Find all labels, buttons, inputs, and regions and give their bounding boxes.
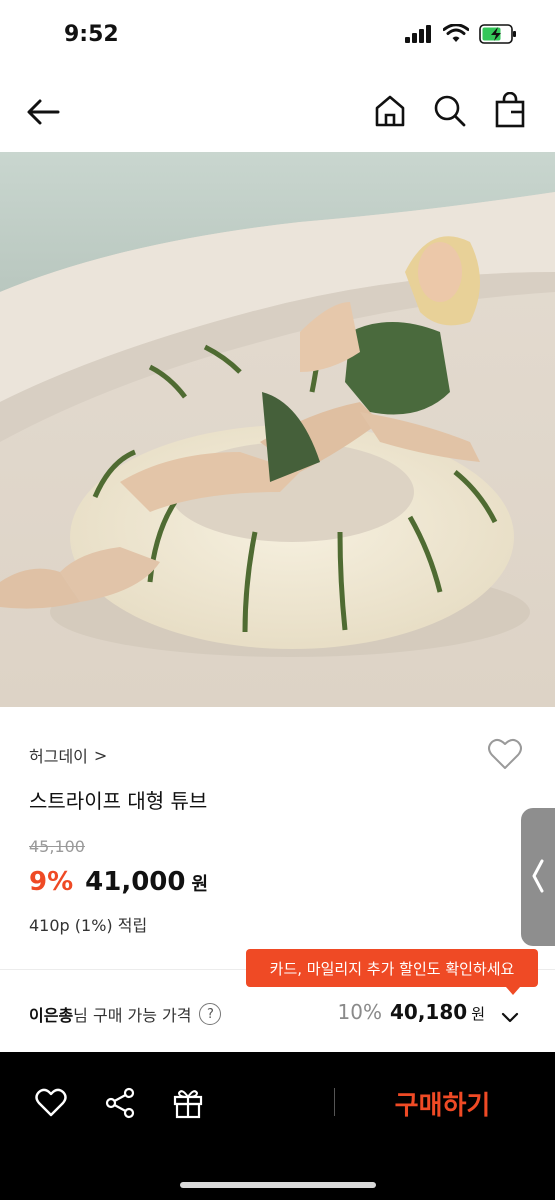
share-icon[interactable] — [103, 1086, 137, 1120]
heart-icon[interactable] — [34, 1086, 68, 1120]
product-info: 허그데이 > 스트라이프 대형 튜브 45,100 9% 41,000 원 41… — [0, 707, 555, 969]
discount-rate: 9% — [29, 867, 74, 897]
status-time: 9:52 — [64, 22, 119, 47]
side-panel-tab[interactable] — [521, 808, 555, 946]
member-name: 이은총 — [29, 1006, 74, 1025]
product-image-carousel[interactable] — [0, 152, 555, 707]
chevron-left-icon — [532, 859, 544, 893]
member-discount: 10% — [337, 1000, 382, 1024]
nav-actions — [371, 92, 529, 130]
chevron-right-icon: > — [93, 745, 108, 765]
discount-tooltip[interactable]: 카드, 마일리지 추가 할인도 확인하세요 — [246, 949, 538, 987]
chevron-down-icon[interactable] — [499, 1006, 521, 1028]
member-price-label: 이은총님 구매 가능 가격 ? — [29, 1002, 222, 1026]
status-icons — [405, 24, 517, 44]
cellular-signal-icon — [405, 25, 431, 43]
wifi-icon — [443, 24, 469, 42]
back-arrow-icon[interactable] — [24, 92, 64, 132]
divider — [334, 1088, 335, 1116]
search-icon[interactable] — [431, 92, 469, 130]
member-amount: 40,180 — [390, 1000, 468, 1024]
currency-label: 원 — [191, 874, 209, 895]
original-price: 45,100 — [29, 837, 85, 856]
bottom-action-bar: 구매하기 — [0, 1052, 555, 1200]
reward-points: 410p (1%) 적립 — [29, 916, 148, 935]
nav-bar — [0, 70, 555, 152]
help-icon[interactable]: ? — [199, 1003, 222, 1025]
product-title: 스트라이프 대형 튜브 — [29, 789, 208, 813]
member-price-row[interactable]: 이은총님 구매 가능 가격 ? 10% 40,180 원 — [0, 990, 555, 1042]
brand-link[interactable]: 허그데이 > — [29, 743, 107, 767]
status-bar: 9:52 — [0, 0, 555, 70]
member-price: 10% 40,180 원 — [338, 1000, 485, 1024]
gift-icon[interactable] — [171, 1086, 205, 1120]
heart-icon[interactable] — [487, 737, 523, 771]
sale-price: 41,000 — [85, 867, 186, 897]
buy-button[interactable]: 구매하기 — [350, 1080, 535, 1126]
home-indicator — [180, 1182, 376, 1188]
price-row: 9% 41,000 원 — [29, 867, 208, 897]
member-currency: 원 — [471, 1005, 485, 1023]
brand-name: 허그데이 — [29, 747, 88, 766]
member-price-text: 님 구매 가능 가격 — [73, 1006, 192, 1025]
home-icon[interactable] — [371, 92, 409, 130]
product-photo — [0, 152, 555, 707]
shopping-bag-icon[interactable] — [491, 92, 529, 130]
battery-charging-icon — [479, 24, 516, 44]
